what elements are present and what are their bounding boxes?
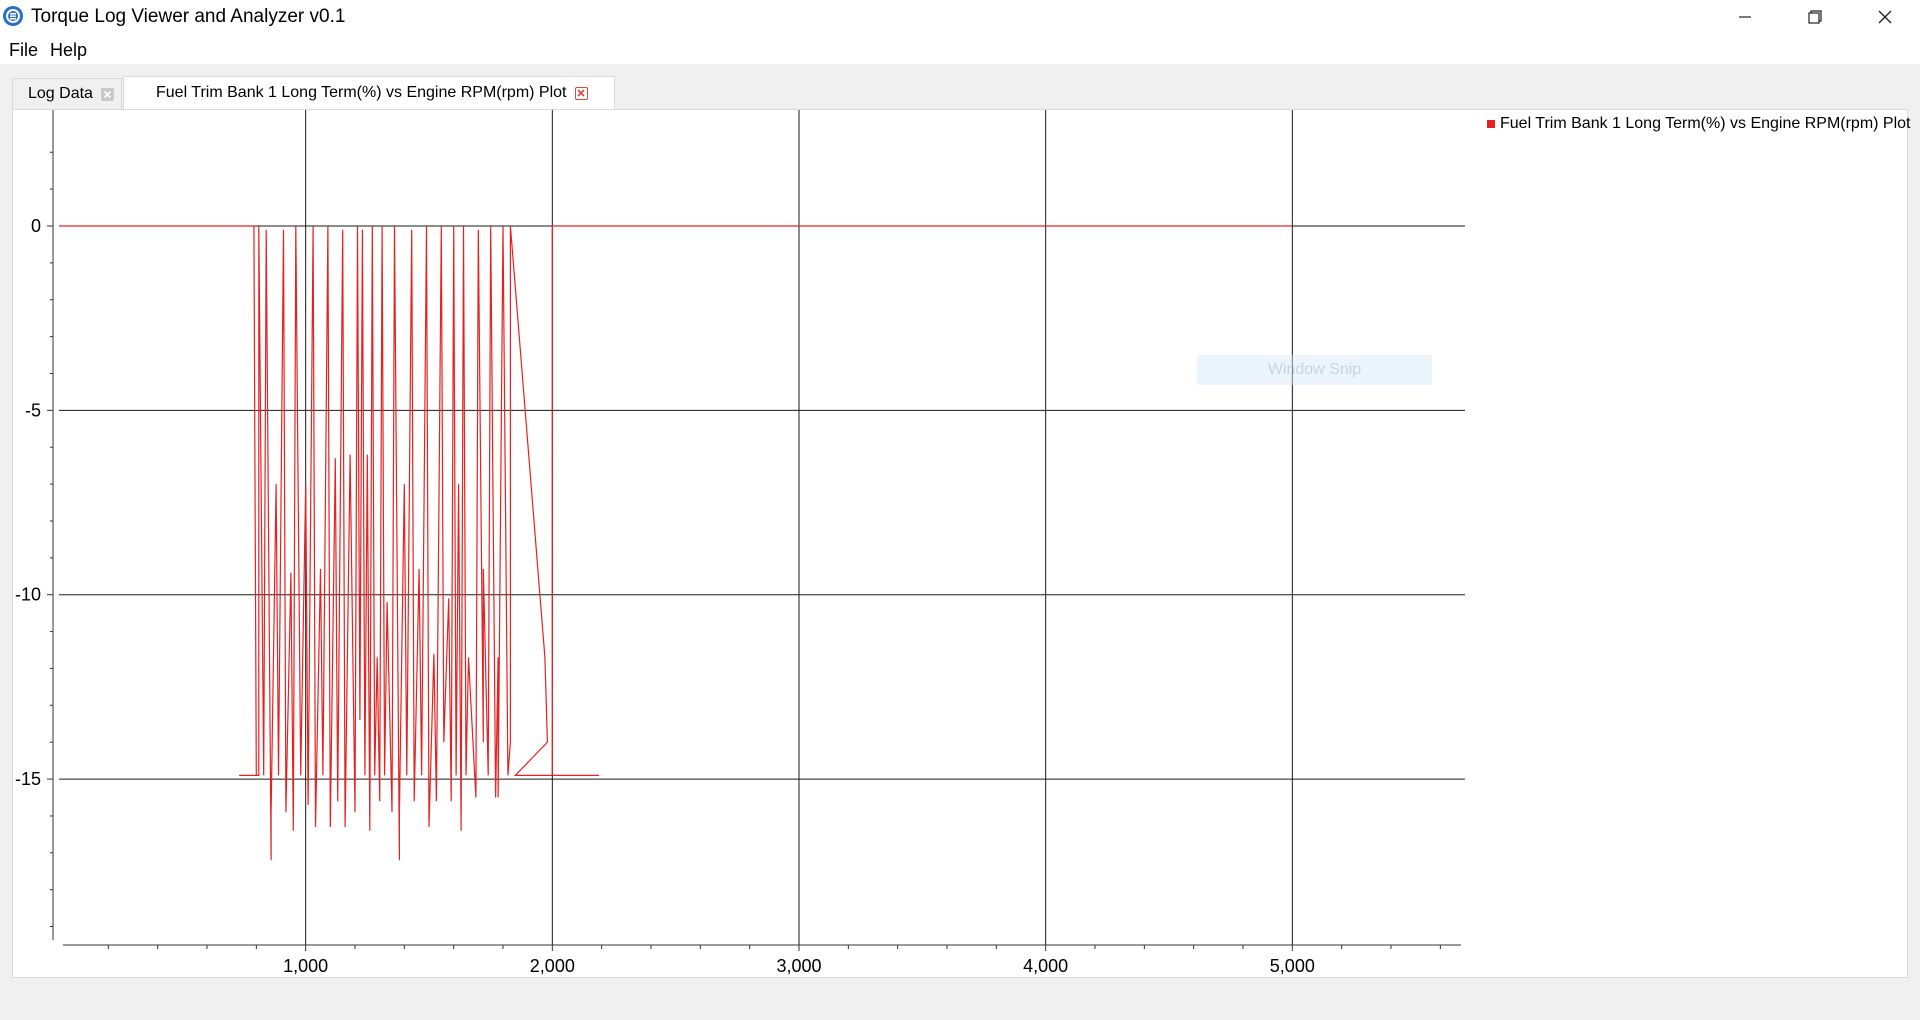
tab-label: Fuel Trim Bank 1 Long Term(%) vs Engine …	[156, 84, 567, 101]
y-tick-label: -15	[15, 769, 41, 789]
minimize-button[interactable]	[1710, 0, 1780, 34]
x-tick-label: 4,000	[1023, 956, 1068, 976]
x-tick-label: 1,000	[283, 956, 328, 976]
close-icon[interactable]	[100, 87, 114, 101]
restore-icon	[1808, 10, 1822, 24]
close-window-button[interactable]	[1850, 0, 1920, 34]
minimize-icon	[1739, 16, 1751, 18]
restore-button[interactable]	[1780, 0, 1850, 34]
plot-chart[interactable]: 1,000 2,000 3,000 4,000 5,000 0 -5 -10 -15	[13, 110, 1907, 977]
y-tick-label: -10	[15, 585, 41, 605]
x-tick-label: 3,000	[776, 956, 821, 976]
menu-file[interactable]: File	[8, 39, 39, 61]
close-icon	[1878, 10, 1892, 24]
close-icon[interactable]	[574, 86, 588, 100]
y-tick-label: 0	[31, 216, 41, 236]
legend-swatch	[1487, 120, 1495, 128]
series-line	[59, 225, 1293, 861]
chart-legend: Fuel Trim Bank 1 Long Term(%) vs Engine …	[1487, 113, 1911, 135]
y-tick-label: -5	[25, 400, 41, 420]
title-bar: Torque Log Viewer and Analyzer v0.1	[0, 0, 1920, 34]
x-tick-label: 5,000	[1270, 956, 1315, 976]
menu-help[interactable]: Help	[49, 39, 88, 61]
window-snip-overlay[interactable]: Window Snip	[1197, 355, 1432, 385]
tab-fuel-trim-plot[interactable]: Fuel Trim Bank 1 Long Term(%) vs Engine …	[123, 76, 615, 109]
legend-label: Fuel Trim Bank 1 Long Term(%) vs Engine …	[1500, 115, 1911, 132]
tab-label: Log Data	[28, 85, 93, 102]
window-snip-label: Window Snip	[1267, 361, 1362, 378]
tab-bar: Log Data Fuel Trim Bank 1 Long Term(%) v…	[0, 64, 1920, 110]
torque-app-icon	[3, 6, 23, 26]
x-tick-label: 2,000	[530, 956, 575, 976]
plot-panel: 1,000 2,000 3,000 4,000 5,000 0 -5 -10 -15 Fuel …	[12, 109, 1911, 978]
tab-log-data[interactable]: Log Data	[12, 78, 122, 109]
menu-bar: File Help	[0, 34, 1920, 64]
window-title: Torque Log Viewer and Analyzer v0.1	[31, 6, 346, 27]
